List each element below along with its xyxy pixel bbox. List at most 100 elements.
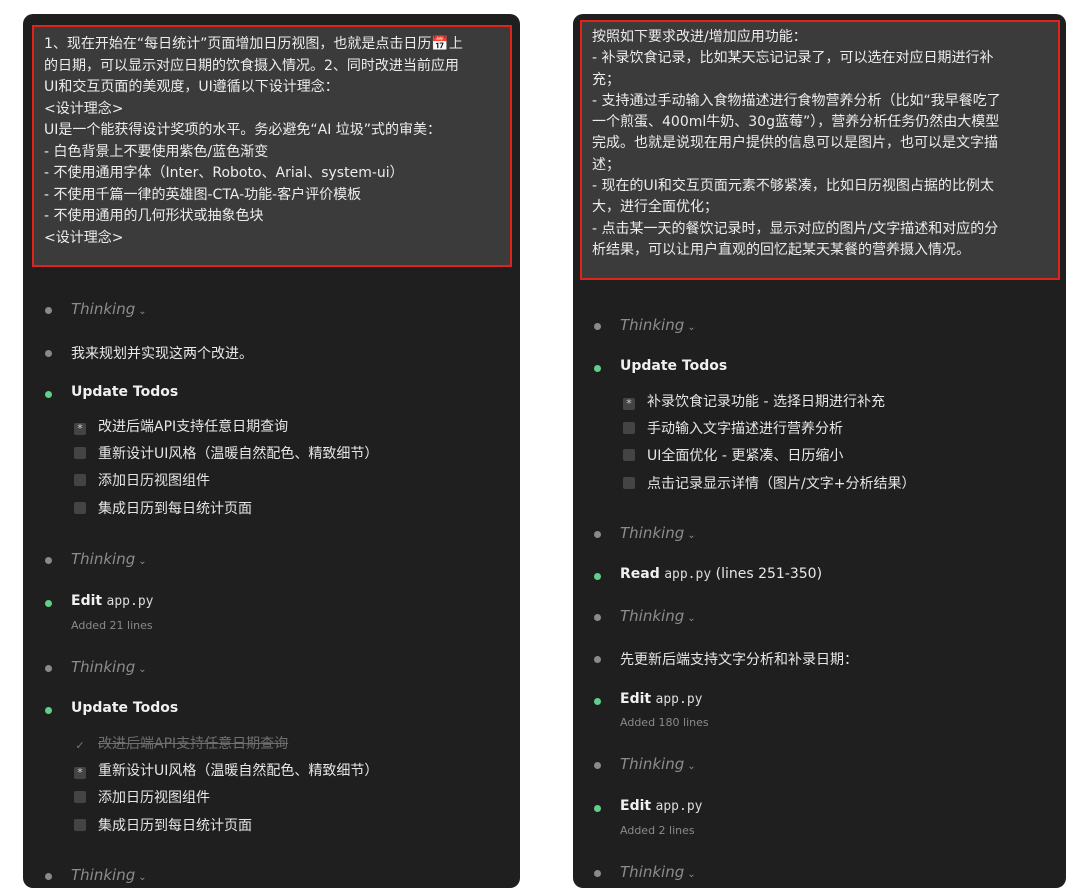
todo-item: 集成日历到每日统计页面 xyxy=(74,815,252,835)
edit-action[interactable]: Edit app.py xyxy=(620,798,703,814)
timeline-dot-active xyxy=(45,707,52,714)
thinking-toggle[interactable]: Thinking ⌄ xyxy=(620,755,696,773)
update-todos-title: Update Todos xyxy=(71,700,179,716)
thinking-toggle[interactable]: Thinking ⌄ xyxy=(620,863,696,881)
timeline-dot xyxy=(45,873,52,880)
assistant-message: 先更新后端支持文字分析和补录日期： xyxy=(620,652,858,668)
thinking-toggle[interactable]: Thinking ⌄ xyxy=(71,658,147,676)
thinking-label: Thinking xyxy=(620,524,685,542)
timeline-dot-active xyxy=(45,600,52,607)
thinking-label: Thinking xyxy=(620,863,685,881)
edit-detail: Added 21 lines xyxy=(71,619,153,632)
timeline-dot xyxy=(594,762,601,769)
conversation-panel-right: 按照如下要求改进/增加应用功能： - 补录饮食记录，比如某天忘记记录了，可以选在… xyxy=(573,14,1066,888)
timeline-dot xyxy=(594,531,601,538)
assistant-message: 我来规划并实现这两个改进。 xyxy=(71,346,253,362)
timeline-dot xyxy=(594,870,601,877)
checkmark-icon: ✓ xyxy=(75,739,85,752)
chevron-down-icon: ⌄ xyxy=(138,556,147,567)
todo-item: 集成日历到每日统计页面 xyxy=(74,498,252,518)
todo-item: 点击记录显示详情（图片/文字+分析结果） xyxy=(623,473,915,493)
line-range: (lines 251-350) xyxy=(715,566,823,582)
chevron-down-icon: ⌄ xyxy=(687,761,696,772)
thinking-toggle[interactable]: Thinking ⌄ xyxy=(620,524,696,542)
todo-label: 添加日历视图组件 xyxy=(98,790,210,806)
thinking-label: Thinking xyxy=(71,658,136,676)
todo-item-completed: ✓ 改进后端API支持任意日期查询 xyxy=(74,733,288,753)
checkbox-icon xyxy=(623,477,635,489)
todo-in-progress-icon: * xyxy=(74,767,86,779)
todo-item: 重新设计UI风格（温暖自然配色、精致细节） xyxy=(74,443,378,463)
todo-label: 添加日历视图组件 xyxy=(98,473,210,489)
todo-label: 改进后端API支持任意日期查询 xyxy=(98,736,289,752)
timeline-dot xyxy=(594,614,601,621)
action-label: Edit xyxy=(620,798,652,814)
todo-item: * 补录饮食记录功能 - 选择日期进行补充 xyxy=(623,391,885,411)
todo-in-progress-icon: * xyxy=(623,398,635,410)
checkbox-icon xyxy=(74,819,86,831)
timeline-dot xyxy=(45,350,52,357)
todo-label: UI全面优化 - 更紧凑、日历缩小 xyxy=(647,448,844,464)
todo-item: * 重新设计UI风格（温暖自然配色、精致细节） xyxy=(74,760,378,780)
todo-label: 重新设计UI风格（温暖自然配色、精致细节） xyxy=(98,446,379,462)
todo-item: UI全面优化 - 更紧凑、日历缩小 xyxy=(623,445,843,465)
thinking-toggle[interactable]: Thinking ⌄ xyxy=(71,300,147,318)
read-action[interactable]: Read app.py (lines 251-350) xyxy=(620,566,822,582)
file-name: app.py xyxy=(664,567,712,582)
timeline-dot-active xyxy=(45,391,52,398)
chevron-down-icon: ⌄ xyxy=(138,664,147,675)
todo-label: 改进后端API支持任意日期查询 xyxy=(98,419,289,435)
timeline-dot xyxy=(45,665,52,672)
chevron-down-icon: ⌄ xyxy=(138,306,147,317)
file-name: app.py xyxy=(106,594,154,609)
action-label: Edit xyxy=(620,691,652,707)
timeline-dot-active xyxy=(594,698,601,705)
timeline-dot-active xyxy=(594,365,601,372)
edit-detail: Added 180 lines xyxy=(620,716,709,729)
chevron-down-icon: ⌄ xyxy=(687,869,696,880)
conversation-panel-left: 1、现在开始在“每日统计”页面增加日历视图，也就是点击日历📅上 的日期，可以显示… xyxy=(23,14,520,888)
file-name: app.py xyxy=(655,799,703,814)
thinking-label: Thinking xyxy=(620,755,685,773)
timeline-dot xyxy=(45,307,52,314)
edit-detail: Added 2 lines xyxy=(620,824,695,837)
thinking-label: Thinking xyxy=(71,550,136,568)
todo-item: 添加日历视图组件 xyxy=(74,470,210,490)
action-label: Read xyxy=(620,566,660,582)
checkbox-icon xyxy=(74,447,86,459)
todo-label: 点击记录显示详情（图片/文字+分析结果） xyxy=(647,476,916,492)
thinking-toggle[interactable]: Thinking ⌄ xyxy=(620,607,696,625)
thinking-toggle[interactable]: Thinking ⌄ xyxy=(620,316,696,334)
thinking-label: Thinking xyxy=(71,300,136,318)
timeline-dot-active xyxy=(594,805,601,812)
chevron-down-icon: ⌄ xyxy=(138,872,147,883)
edit-action[interactable]: Edit app.py xyxy=(620,691,703,707)
todo-item: 添加日历视图组件 xyxy=(74,787,210,807)
update-todos-title: Update Todos xyxy=(71,384,179,400)
thinking-label: Thinking xyxy=(620,607,685,625)
thinking-toggle[interactable]: Thinking ⌄ xyxy=(71,550,147,568)
edit-action[interactable]: Edit app.py xyxy=(71,593,154,609)
user-prompt-highlighted: 按照如下要求改进/增加应用功能： - 补录饮食记录，比如某天忘记记录了，可以选在… xyxy=(580,20,1060,280)
checkbox-icon xyxy=(623,449,635,461)
checkbox-icon xyxy=(74,791,86,803)
todo-item: * 改进后端API支持任意日期查询 xyxy=(74,416,288,436)
todo-label: 补录饮食记录功能 - 选择日期进行补充 xyxy=(647,394,885,410)
timeline-dot xyxy=(594,656,601,663)
action-label: Edit xyxy=(71,593,103,609)
thinking-toggle[interactable]: Thinking ⌄ xyxy=(71,866,147,884)
todo-label: 重新设计UI风格（温暖自然配色、精致细节） xyxy=(98,763,379,779)
checkbox-icon xyxy=(623,422,635,434)
checkbox-icon xyxy=(74,474,86,486)
timeline-dot xyxy=(594,323,601,330)
checkbox-icon xyxy=(74,502,86,514)
thinking-label: Thinking xyxy=(620,316,685,334)
todo-label: 手动输入文字描述进行营养分析 xyxy=(647,421,843,437)
todo-in-progress-icon: * xyxy=(74,423,86,435)
file-name: app.py xyxy=(655,692,703,707)
thinking-label: Thinking xyxy=(71,866,136,884)
update-todos-title: Update Todos xyxy=(620,358,728,374)
user-prompt-highlighted: 1、现在开始在“每日统计”页面增加日历视图，也就是点击日历📅上 的日期，可以显示… xyxy=(32,25,512,267)
chevron-down-icon: ⌄ xyxy=(687,322,696,333)
todo-label: 集成日历到每日统计页面 xyxy=(98,818,252,834)
